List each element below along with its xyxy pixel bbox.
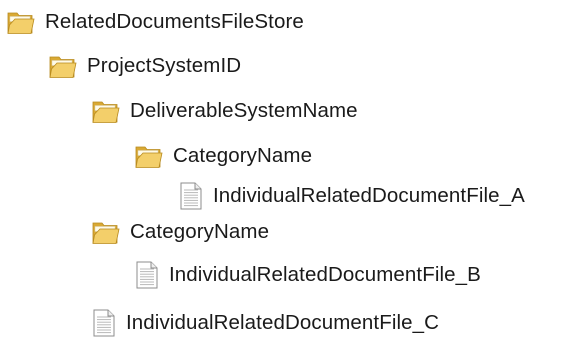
tree-item-label: IndividualRelatedDocumentFile_A (213, 184, 525, 207)
folder-icon (91, 217, 121, 247)
tree-item-category-name-b[interactable]: CategoryName (91, 214, 269, 250)
tree-item-label: CategoryName (173, 144, 313, 167)
tree-item-category-name-a[interactable]: CategoryName (134, 138, 312, 174)
document-file-icon (134, 260, 160, 290)
tree-item-deliverable-system-name[interactable]: DeliverableSystemName (91, 93, 358, 129)
tree-item-label: IndividualRelatedDocumentFile_B (169, 263, 481, 286)
tree-item-project-system-id[interactable]: ProjectSystemID (48, 48, 241, 84)
tree-item-related-documents-file-store[interactable]: RelatedDocumentsFileStore (6, 4, 304, 40)
tree-item-file-a[interactable]: IndividualRelatedDocumentFile_A (178, 178, 525, 214)
tree-item-file-b[interactable]: IndividualRelatedDocumentFile_B (134, 257, 481, 293)
tree-item-label: ProjectSystemID (87, 54, 242, 77)
folder-icon (91, 96, 121, 126)
tree-item-label: RelatedDocumentsFileStore (45, 10, 304, 33)
tree-item-label: CategoryName (130, 220, 270, 243)
folder-icon (134, 141, 164, 171)
folder-tree: RelatedDocumentsFileStore ProjectSystemI… (0, 0, 574, 339)
tree-item-label: DeliverableSystemName (130, 99, 358, 122)
document-file-icon (91, 308, 117, 338)
document-file-icon (178, 181, 204, 211)
tree-item-label: IndividualRelatedDocumentFile_C (126, 311, 440, 334)
tree-item-file-c[interactable]: IndividualRelatedDocumentFile_C (91, 305, 439, 341)
folder-icon (6, 7, 36, 37)
folder-icon (48, 51, 78, 81)
